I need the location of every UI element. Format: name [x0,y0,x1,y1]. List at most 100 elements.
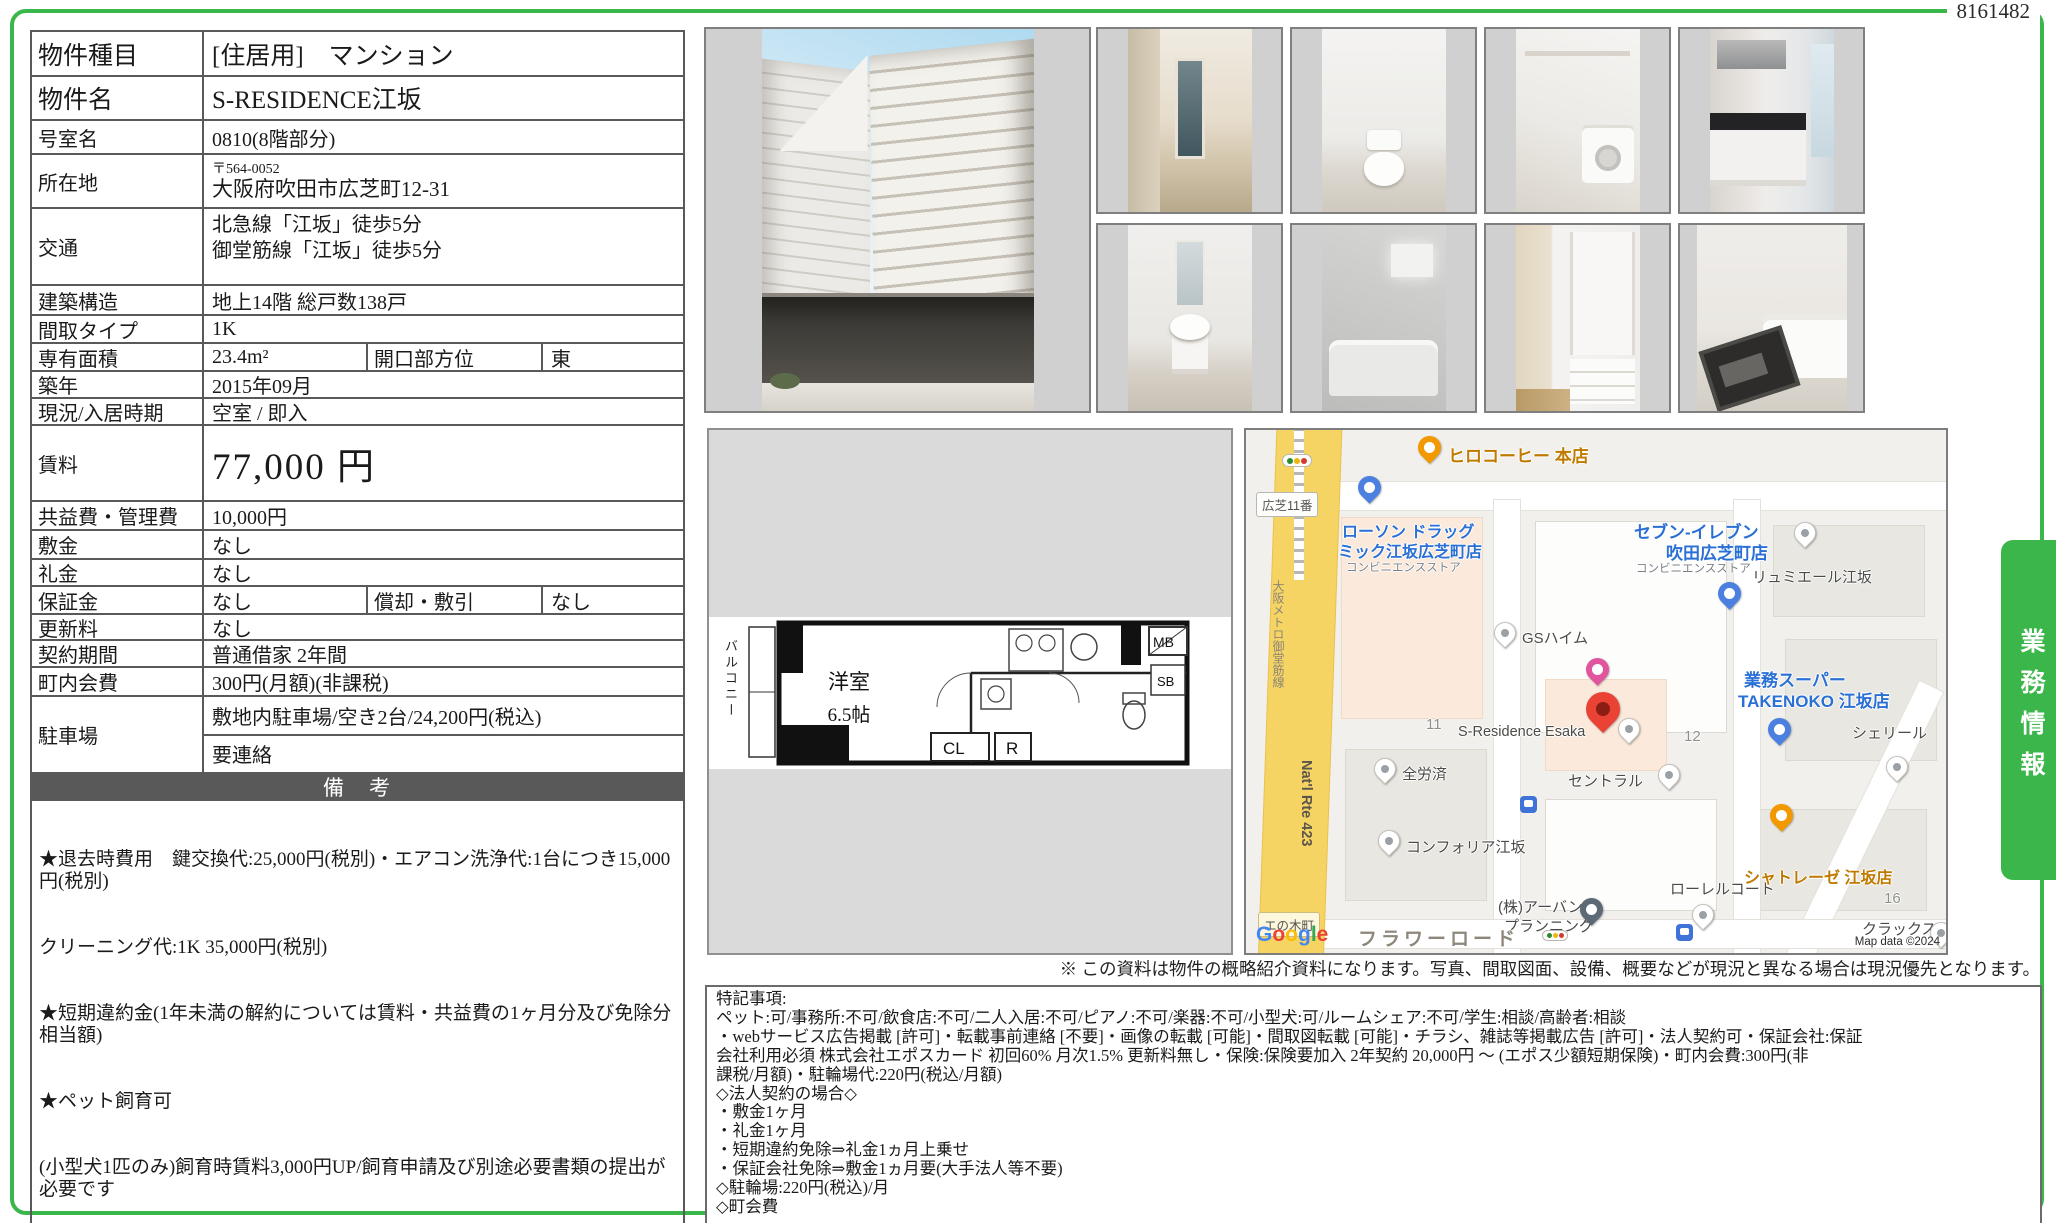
map-label-hiro-coffee: ヒロコーヒー 本店 [1448,442,1589,467]
map-label-gs-heim: GSハイム [1522,627,1588,648]
room-number-value: 0810(8階部分) [204,121,683,153]
map-label-central: セントラル [1568,770,1643,791]
room-number-label: 号室名 [32,121,204,153]
address-value: 大阪府吹田市広芝町12-31 [212,177,450,201]
row-property-name: 物件名 S-RESIDENCE江坂 [30,77,685,121]
washer-door [1595,145,1621,171]
map-label-block-11: 11 [1426,716,1442,733]
property-type-value: [住居用] マンション [204,32,683,75]
key-money-value: なし [204,560,683,585]
row-contract-period: 契約期間 普通借家 2年間 [30,641,685,668]
row-address: 所在地 〒564-0052 大阪府吹田市広芝町12-31 [30,155,685,209]
kitchen-window [1811,44,1833,157]
hallway-mirror [1175,58,1205,159]
town-fee-label: 町内会費 [32,668,204,695]
special-notes-line: ・礼金1ヶ月 [716,1122,2031,1141]
floorplan-r-label: R [1006,739,1018,758]
map-label-route-423: Nat'l Rte 423 [1298,760,1314,846]
status-label: 現況/入居時期 [32,399,204,424]
map-label-urban-1: (株)アーバン [1498,896,1583,917]
photo-entrance [762,297,1034,383]
parking-label: 駐車場 [32,697,204,772]
row-key-money: 礼金 なし [30,560,685,587]
location-map: ヒロコーヒー 本店 広芝11番 ローソン ドラッグ ミック江坂広芝町店 コンビニ… [1244,428,1948,955]
property-name-value: S-RESIDENCE江坂 [204,77,683,119]
photo-ground [762,383,1034,411]
opening-direction-label: 開口部方位 [368,344,543,370]
toilet-bowl [1364,152,1404,186]
remarks-section-header: 備 考 [30,774,685,801]
contract-period-label: 契約期間 [32,641,204,666]
floorplan-room-name: 洋室 [828,670,870,694]
deposit-label: 敷金 [32,531,204,558]
document-number: 8161482 [1947,0,2041,24]
row-status: 現況/入居時期 空室 / 即入 [30,399,685,426]
photo-laundry [1484,27,1671,214]
rent-value: 77,000 円 [204,426,683,500]
photo-washbasin [1096,223,1283,413]
remarks-line: ★ペット飼育可 [39,1091,676,1113]
transit-station-icon [1520,796,1537,813]
special-notes-line: 会社利用必須 株式会社エポスカード 初回60% 月次1.5% 更新料無し・保険:… [716,1047,2031,1066]
row-area: 専有面積 23.4m² 開口部方位 東 [30,344,685,372]
bathroom-light [1391,244,1433,277]
remarks-line: ★退去時費用 鍵交換代:25,000円(税別)・エアコン洗浄代:1台につき15,… [39,849,676,893]
structure-label: 建築構造 [32,286,204,314]
map-label-s-residence: S-Residence Esaka [1458,724,1585,740]
area-value: 23.4m² [204,344,368,370]
renewal-fee-value: なし [204,615,683,639]
property-type-label: 物件種目 [32,32,204,75]
special-notes-line: ◇駐輪場:220円(税込)/月 [716,1179,2031,1198]
closet-floor [1516,389,1571,411]
washbasin-bowl [1170,314,1210,340]
photo-closet [1484,223,1671,413]
property-info-table: 物件種目 [住居用] マンション 物件名 S-RESIDENCE江坂 号室名 0… [30,30,685,1223]
amortization-label: 償却・敷引 [368,587,543,613]
map-label-flower-road: フラワーロード [1358,924,1519,951]
floorplan-balcony-label: バルコニー [721,639,740,719]
kitchen-counter [1710,113,1807,129]
remarks-line: (小型犬1匹のみ)飼育時賃料3,000円UP/飼育申請及び別途必要書類の提出が必… [39,1157,676,1201]
toilet-tank [1367,130,1401,150]
washbasin-mirror [1175,240,1205,307]
renewal-fee-label: 更新料 [32,615,204,639]
map-label-zenrosai: 全労済 [1402,763,1447,784]
special-notes-line: ・短期違約免除⇒礼金1ヵ月上乗せ [716,1141,2031,1160]
layout-type-label: 間取タイプ [32,316,204,342]
remarks-text: ★退去時費用 鍵交換代:25,000円(税別)・エアコン洗浄代:1台につき15,… [30,801,685,1223]
disclaimer-text: ※ この資料は物件の概略紹介資料になります。写真、間取図面、設備、概要などが現況… [1060,956,2040,981]
map-label-sherille: シェリール [1852,722,1927,743]
built-year-label: 築年 [32,372,204,397]
row-renewal-fee: 更新料 なし [30,615,685,641]
parking-value-1: 敷地内駐車場/空き2台/24,200円(税込) [204,697,683,736]
photo-toilet [1290,27,1477,214]
amortization-value: なし [543,587,683,613]
floorplan-room-size: 6.5帖 [828,704,871,726]
special-notes-line: 課税/月額)・駐輪場代:220円(税込/月額) [716,1066,2031,1085]
common-fee-value: 10,000円 [204,502,683,529]
special-notes-line: ・保証会社免除⇒敷金1ヵ月要(大手法人等不要) [716,1160,2031,1179]
coffee-shop-pin-icon [1413,431,1446,464]
access-line-2: 御堂筋線「江坂」徒歩5分 [212,238,442,264]
map-label-lumiere: リュミエール江坂 [1752,566,1872,587]
transit-station-icon-2 [1676,924,1693,941]
range-hood [1717,40,1786,69]
row-town-fee: 町内会費 300円(月額)(非課税) [30,668,685,697]
map-label-gyomu-2: TAKENOKO 江坂店 [1738,687,1890,712]
closet-drawers [1570,359,1634,404]
floorplan-cl-label: CL [943,739,965,758]
floorplan-svg: MB SB CL R 洋室 6.5帖 [709,617,1231,769]
property-name-label: 物件名 [32,77,204,119]
map-label-block-16: 16 [1884,890,1901,907]
photo-hallway [1096,27,1283,214]
row-parking: 駐車場 敷地内駐車場/空き2台/24,200円(税込) 要連絡 [30,697,685,774]
map-label-subway-line: 大阪メトロ御堂筋線 [1270,580,1287,688]
guarantee-label: 保証金 [32,587,204,613]
floorplan-panel: バルコニー [707,428,1233,955]
row-rent: 賃料 77,000 円 [30,426,685,502]
map-road-top [1326,482,1948,510]
photo-kitchen [1678,27,1865,214]
map-label-block-12: 12 [1684,728,1701,745]
map-label-seven-sub: コンビニエンスストア [1636,560,1751,576]
floorplan-mb-label: MB [1153,634,1174,650]
